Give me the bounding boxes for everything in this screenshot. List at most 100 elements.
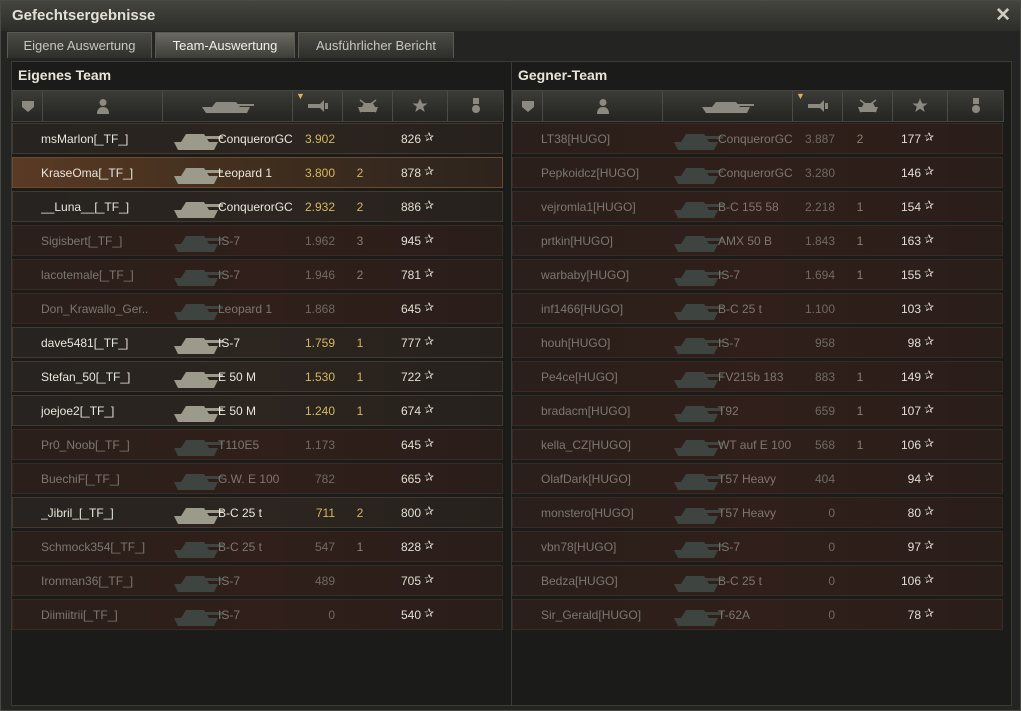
tank-icon (668, 363, 724, 396)
tab-eigene-auswertung[interactable]: Eigene Auswertung (7, 32, 152, 58)
player-name: vbn78[HUGO] (541, 540, 617, 554)
xp-value: 80 (907, 506, 921, 520)
player-name: Pepkoidcz[HUGO] (541, 166, 640, 180)
player-row[interactable]: monstero[HUGO] T57 Heavy 0 80 ✰ (512, 497, 1003, 528)
vehicle-column-header[interactable] (663, 91, 793, 121)
tank-icon (668, 397, 724, 430)
vehicle-name: IS-7 (718, 540, 741, 554)
player-row[interactable]: Don_Krawallo_Ger.. Leopard 1 1.868 645 ✰ (12, 293, 503, 324)
damage-value: 1.759 (304, 336, 335, 350)
xp-star-icon: ✰ (424, 402, 435, 416)
player-name: Ironman36[_TF_] (41, 574, 134, 588)
tank-icon (168, 193, 224, 226)
damage-column-header[interactable]: ▼ (293, 91, 343, 121)
tab-team-auswertung[interactable]: Team-Auswertung (155, 32, 295, 58)
xp-star-icon: ✰ (424, 368, 435, 382)
xp-star-icon (412, 98, 428, 112)
tab-label: Ausführlicher Bericht (316, 38, 436, 53)
vehicle-name: FV215b 183 (718, 370, 784, 384)
player-name: OlafDark[HUGO] (541, 472, 632, 486)
player-row[interactable]: vbn78[HUGO] IS-7 0 97 ✰ (512, 531, 1003, 562)
xp-column-header[interactable] (893, 91, 948, 121)
damage-column-header[interactable]: ▼ (793, 91, 843, 121)
player-row[interactable]: bradacm[HUGO] T92 659 1 107 ✰ (512, 395, 1003, 426)
damage-value: 568 (814, 438, 835, 452)
player-row[interactable]: OlafDark[HUGO] T57 Heavy 404 94 ✰ (512, 463, 1003, 494)
kills-value: 1 (356, 370, 364, 384)
player-row[interactable]: Bedza[HUGO] B-C 25 t 0 106 ✰ (512, 565, 1003, 596)
player-row[interactable]: warbaby[HUGO] IS-7 1.694 1 155 ✰ (512, 259, 1003, 290)
damage-icon (307, 100, 328, 112)
xp-value: 177 (900, 132, 921, 146)
player-row[interactable]: lacotemale[_TF_] IS-7 1.946 2 781 ✰ (12, 259, 503, 290)
tank-icon (168, 567, 224, 600)
vehicle-column-header[interactable] (163, 91, 293, 121)
vehicle-name: IS-7 (718, 336, 741, 350)
tab-ausfuehrlicher-bericht[interactable]: Ausführlicher Bericht (298, 32, 454, 58)
damage-value: 3.280 (804, 166, 835, 180)
vehicle-name: IS-7 (218, 234, 241, 248)
medal-column-header[interactable] (948, 91, 1003, 121)
kills-column-header[interactable] (843, 91, 893, 121)
player-row[interactable]: Pr0_Noob[_TF_] T110E5 1.173 645 ✰ (12, 429, 503, 460)
player-row[interactable]: inf1466[HUGO] B-C 25 t 1.100 103 ✰ (512, 293, 1003, 324)
player-row[interactable]: joejoe2[_TF_] E 50 M 1.240 1 674 ✰ (12, 395, 503, 426)
player-row[interactable]: KraseOma[_TF_] Leopard 1 3.800 2 878 ✰ (12, 157, 503, 188)
xp-star-icon: ✰ (924, 130, 935, 144)
close-icon[interactable]: ✕ (995, 4, 1011, 27)
medal-column-header[interactable] (448, 91, 503, 121)
tank-icon (168, 329, 224, 362)
damage-value: 1.962 (304, 234, 335, 248)
player-row[interactable]: Pepkoidcz[HUGO] ConquerorGC 3.280 146 ✰ (512, 157, 1003, 188)
xp-star-icon (912, 98, 928, 112)
player-row[interactable]: Sir_Gerald[HUGO] T-62A 0 78 ✰ (512, 599, 1003, 630)
player-name: _Jibril_[_TF_] (41, 506, 114, 520)
squad-column-header[interactable] (13, 91, 43, 121)
player-column-header[interactable] (43, 91, 163, 121)
player-row[interactable]: Pe4ce[HUGO] FV215b 183 883 1 149 ✰ (512, 361, 1003, 392)
player-column-header[interactable] (543, 91, 663, 121)
xp-value: 146 (900, 166, 921, 180)
kills-column-header[interactable] (343, 91, 393, 121)
squad-column-header[interactable] (513, 91, 543, 121)
player-row[interactable]: Sigisbert[_TF_] IS-7 1.962 3 945 ✰ (12, 225, 503, 256)
enemy-team-column-header: ▼ (512, 90, 1004, 122)
damage-value: 3.887 (804, 132, 835, 146)
tank-icon (668, 227, 724, 260)
damage-value: 0 (828, 608, 835, 622)
player-row[interactable]: Stefan_50[_TF_] E 50 M 1.530 1 722 ✰ (12, 361, 503, 392)
player-row[interactable]: LT38[HUGO] ConquerorGC 3.887 2 177 ✰ (512, 123, 1003, 154)
title-bar[interactable]: Gefechtsergebnisse ✕ (1, 1, 1020, 31)
tank-icon (168, 533, 224, 566)
vehicle-name: Leopard 1 (218, 302, 273, 316)
player-row[interactable]: kella_CZ[HUGO] WT auf E 100 568 1 106 ✰ (512, 429, 1003, 460)
player-row[interactable]: BuechiF[_TF_] G.W. E 100 782 665 ✰ (12, 463, 503, 494)
enemy-team-title: Gegner-Team (518, 67, 608, 83)
damage-value: 0 (828, 574, 835, 588)
xp-value: 826 (400, 132, 421, 146)
tank-icon (168, 261, 224, 294)
damage-value: 489 (314, 574, 335, 588)
damage-value: 1.100 (804, 302, 835, 316)
damage-value: 2.932 (304, 200, 335, 214)
player-row[interactable]: vejromla1[HUGO] B-C 155 58 2.218 1 154 ✰ (512, 191, 1003, 222)
damage-value: 1.946 (304, 268, 335, 282)
player-row[interactable]: _Jibril_[_TF_] B-C 25 t 711 2 800 ✰ (12, 497, 503, 528)
xp-star-icon: ✰ (424, 606, 435, 620)
xp-star-icon: ✰ (924, 164, 935, 178)
xp-column-header[interactable] (393, 91, 448, 121)
player-row[interactable]: Schmock354[_TF_] B-C 25 t 547 1 828 ✰ (12, 531, 503, 562)
player-icon (96, 99, 109, 114)
player-row[interactable]: Diimiitrii[_TF_] IS-7 0 540 ✰ (12, 599, 503, 630)
player-row[interactable]: prtkin[HUGO] AMX 50 B 1.843 1 163 ✰ (512, 225, 1003, 256)
player-row[interactable]: msMarlon[_TF_] ConquerorGC 3.902 826 ✰ (12, 123, 503, 154)
tank-icon (168, 295, 224, 328)
xp-star-icon: ✰ (924, 470, 935, 484)
tank-icon (201, 102, 254, 113)
vehicle-name: B-C 25 t (718, 574, 763, 588)
player-row[interactable]: __Luna__[_TF_] ConquerorGC 2.932 2 886 ✰ (12, 191, 503, 222)
player-row[interactable]: houh[HUGO] IS-7 958 98 ✰ (512, 327, 1003, 358)
player-row[interactable]: Ironman36[_TF_] IS-7 489 705 ✰ (12, 565, 503, 596)
own-team-column-header: ▼ (12, 90, 504, 122)
player-row[interactable]: dave5481[_TF_] IS-7 1.759 1 777 ✰ (12, 327, 503, 358)
